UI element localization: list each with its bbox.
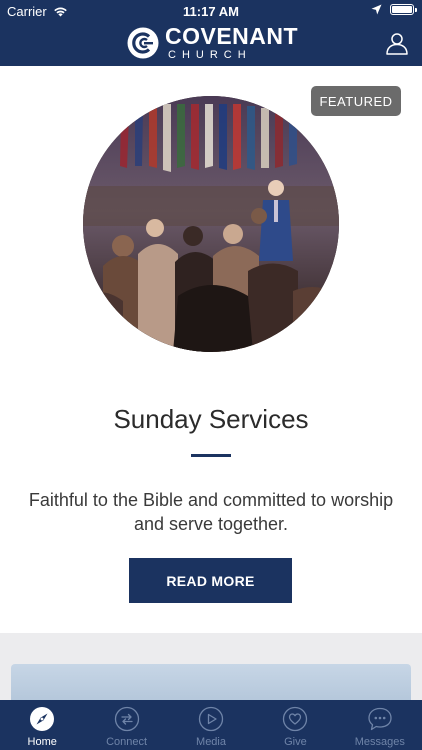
- logo-text: COVENANT CHURCH: [165, 25, 298, 61]
- tab-connect-label: Connect: [106, 736, 148, 748]
- tab-media-label: Media: [196, 736, 226, 748]
- tab-connect[interactable]: Connect: [84, 700, 168, 750]
- play-icon: [198, 706, 224, 732]
- compass-icon: [30, 707, 55, 731]
- connect-arrows-icon: [114, 706, 139, 732]
- tab-home-label: Home: [27, 736, 57, 748]
- tab-messages[interactable]: Messages: [338, 700, 422, 750]
- heart-icon: [283, 706, 308, 732]
- logo-subtitle: CHURCH: [168, 49, 252, 61]
- tab-home[interactable]: Home: [0, 700, 84, 750]
- tab-messages-label: Messages: [354, 736, 405, 748]
- tab-give-label: Give: [284, 736, 307, 748]
- logo-title: COVENANT: [165, 23, 299, 49]
- status-right: [371, 4, 417, 15]
- tab-media[interactable]: Media: [169, 700, 253, 750]
- read-more-button[interactable]: READ MORE: [129, 558, 292, 603]
- app-header: Carrier 11:17 AM COVENANT CHURCH: [0, 0, 422, 66]
- featured-badge: FEATURED: [311, 86, 401, 116]
- nav-bar: COVENANT CHURCH: [0, 22, 422, 66]
- hero-image: [83, 96, 339, 352]
- covenant-logo: COVENANT CHURCH: [127, 25, 298, 61]
- tab-give[interactable]: Give: [253, 700, 337, 750]
- featured-card[interactable]: FEATURED Sunday Services Faithful to the…: [0, 66, 422, 633]
- status-bar: Carrier 11:17 AM: [0, 0, 422, 22]
- battery-icon: [390, 4, 417, 15]
- status-time: 11:17 AM: [183, 4, 239, 19]
- next-card[interactable]: [11, 664, 411, 704]
- profile-icon[interactable]: [385, 31, 409, 55]
- sunday-service-photo: [83, 96, 339, 352]
- logo-mark-icon: [127, 27, 159, 59]
- location-arrow-icon: [371, 4, 382, 15]
- chat-bubble-icon: [368, 707, 392, 731]
- tab-bar: Home Connect Media Give Messages: [0, 700, 422, 750]
- card-title: Sunday Services: [113, 404, 309, 434]
- title-divider: [191, 454, 231, 457]
- card-description: Faithful to the Bible and committed to w…: [28, 490, 394, 534]
